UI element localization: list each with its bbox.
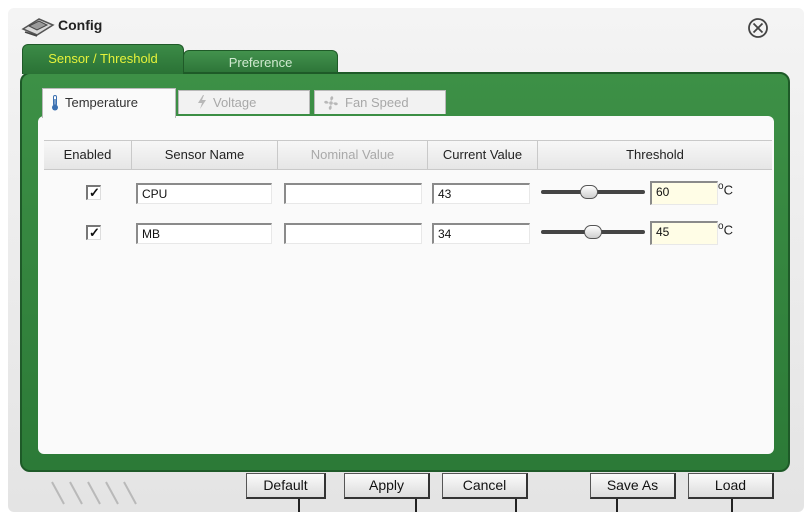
current-value-field-mb[interactable]: 34: [432, 223, 530, 244]
tab-temperature[interactable]: Temperature: [42, 88, 176, 118]
callout-tick: [298, 499, 300, 512]
unit-letter: C: [723, 222, 733, 238]
nominal-value-field-cpu[interactable]: [284, 183, 422, 204]
callout-tick: [415, 499, 417, 512]
config-logo-icon: [21, 18, 55, 37]
unit-letter: C: [723, 182, 733, 198]
header-threshold: Threshold: [626, 147, 684, 162]
table-header: Enabled Sensor Name Nominal Value Curren…: [44, 140, 772, 170]
enabled-checkbox-cpu[interactable]: ✓: [86, 185, 101, 200]
tab-temperature-label: Temperature: [65, 95, 138, 110]
threshold-slider-mb[interactable]: [541, 225, 645, 239]
slider-thumb[interactable]: [580, 185, 598, 199]
fan-icon: [324, 96, 338, 110]
enabled-checkbox-mb[interactable]: ✓: [86, 225, 101, 240]
tab-voltage-label: Voltage: [213, 95, 257, 110]
header-enabled: Enabled: [44, 141, 132, 169]
load-button[interactable]: Load: [688, 473, 774, 499]
tab-fan-speed-label: Fan Speed: [345, 95, 409, 110]
nominal-value-field-mb[interactable]: [284, 223, 422, 244]
tab-sensor-threshold-label: Sensor / Threshold: [48, 51, 158, 66]
callout-tick: [515, 499, 517, 512]
header-nominal-value: Nominal Value: [278, 141, 428, 169]
default-button[interactable]: Default: [246, 473, 326, 499]
threshold-field-cpu[interactable]: 60: [650, 181, 718, 205]
cancel-button[interactable]: Cancel: [442, 473, 528, 499]
thermometer-icon: [52, 95, 58, 111]
save-as-button[interactable]: Save As: [590, 473, 676, 499]
checkmark: ✓: [89, 185, 100, 200]
tab-sensor-threshold[interactable]: Sensor / Threshold: [22, 44, 184, 74]
sensor-name-field-mb[interactable]: MB: [136, 223, 272, 244]
tab-preference[interactable]: Preference: [183, 50, 338, 74]
unit-celsius: oC: [718, 181, 733, 197]
sensor-name-field-cpu[interactable]: CPU: [136, 183, 272, 204]
header-sensor-name: Sensor Name: [132, 141, 278, 169]
resize-grip-icon: [51, 481, 137, 505]
tab-voltage[interactable]: Voltage: [178, 90, 310, 114]
slider-thumb[interactable]: [584, 225, 602, 239]
callout-tick: [731, 499, 733, 512]
threshold-field-mb[interactable]: 45: [650, 221, 718, 245]
current-value-field-cpu[interactable]: 43: [432, 183, 530, 204]
callout-tick: [616, 499, 618, 512]
window-title: Config: [58, 17, 103, 33]
threshold-slider-cpu[interactable]: [541, 185, 645, 199]
apply-button[interactable]: Apply: [344, 473, 430, 499]
tab-fan-speed[interactable]: Fan Speed: [314, 90, 446, 114]
close-icon[interactable]: [747, 17, 769, 39]
unit-celsius: oC: [718, 221, 733, 237]
lightning-icon: [198, 95, 206, 109]
header-current-value: Current Value: [428, 141, 538, 169]
checkmark: ✓: [89, 225, 100, 240]
